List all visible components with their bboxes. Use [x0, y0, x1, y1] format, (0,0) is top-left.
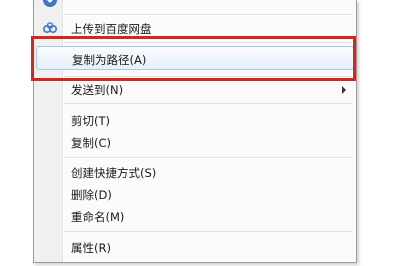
menu-item-rename[interactable]: 重命名(M)	[36, 205, 354, 227]
menu-separator	[64, 14, 352, 16]
context-menu: 上传到百度网盘 复制为路径(A) 发送到(N) 剪切(T) 复制(C) 创建快捷…	[33, 0, 357, 263]
baidu-cloud-icon	[42, 22, 58, 34]
menu-item-copy[interactable]: 复制(C)	[36, 131, 354, 153]
menu-separator	[64, 103, 352, 105]
menu-separator	[64, 231, 352, 233]
menu-item-properties-label: 属性(R)	[71, 241, 111, 255]
menu-item-rename-label: 重命名(M)	[71, 210, 125, 224]
menu-item-copy-as-path[interactable]: 复制为路径(A)	[36, 46, 354, 70]
menu-item-copy-label: 复制(C)	[71, 136, 112, 150]
menu-separator	[64, 76, 352, 78]
submenu-arrow-icon	[342, 86, 346, 94]
menu-item-properties[interactable]: 属性(R)	[36, 236, 354, 258]
menu-item-cut-label: 剪切(T)	[71, 114, 110, 128]
menu-item-cut[interactable]: 剪切(T)	[36, 109, 354, 131]
menu-item-send-to-label: 发送到(N)	[71, 83, 124, 97]
menu-item-create-shortcut[interactable]: 创建快捷方式(S)	[36, 161, 354, 183]
menu-separator	[64, 42, 352, 44]
menu-separator	[64, 157, 352, 159]
partial-app-icon	[43, 0, 57, 7]
menu-item-upload-baidu-label: 上传到百度网盘	[71, 22, 152, 36]
menu-item-delete-label: 删除(D)	[71, 188, 112, 202]
menu-item-partial[interactable]	[36, 0, 354, 11]
menu-item-send-to[interactable]: 发送到(N)	[36, 78, 354, 100]
menu-item-copy-as-path-label: 复制为路径(A)	[72, 53, 147, 67]
menu-item-upload-baidu[interactable]: 上传到百度网盘	[36, 17, 354, 39]
menu-item-delete[interactable]: 删除(D)	[36, 183, 354, 205]
menu-item-create-shortcut-label: 创建快捷方式(S)	[71, 166, 157, 180]
